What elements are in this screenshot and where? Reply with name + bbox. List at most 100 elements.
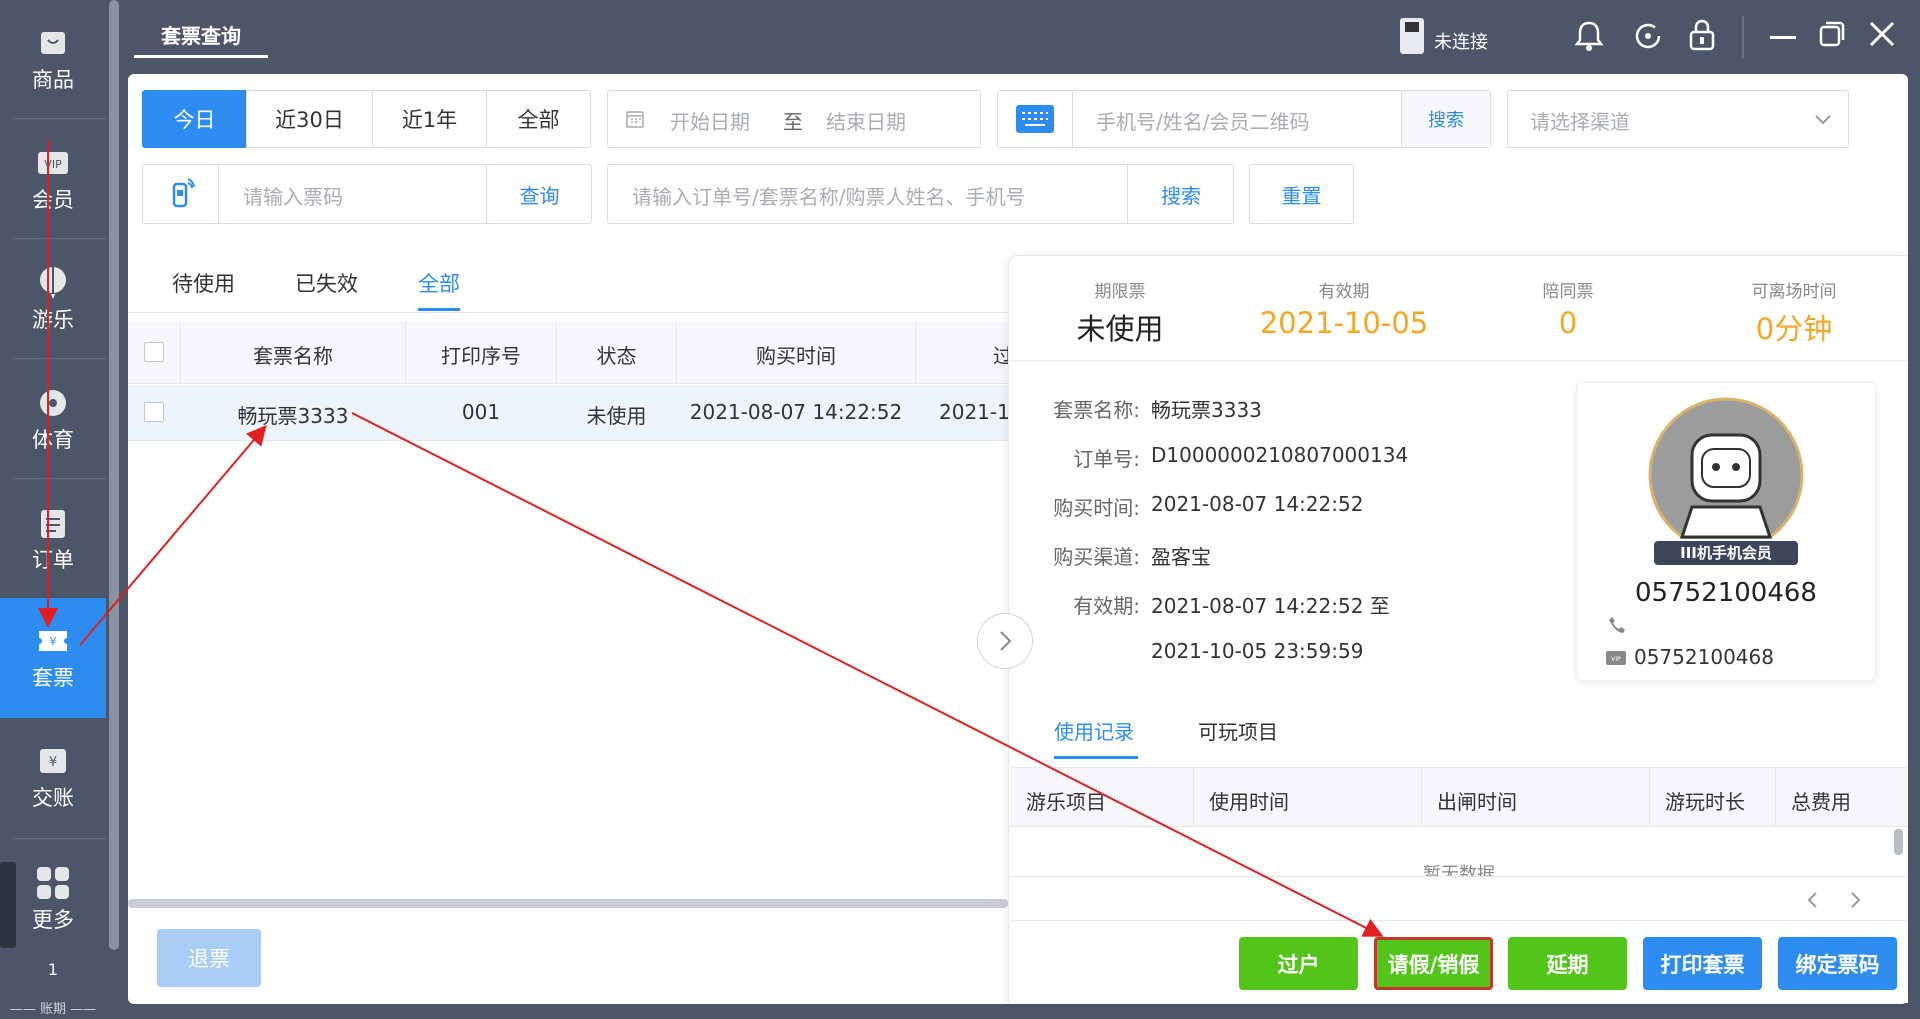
close-icon[interactable] xyxy=(1868,20,1896,52)
extend-button[interactable]: 延期 xyxy=(1508,937,1627,990)
sidebar-item-settlement[interactable]: ¥ 交账 xyxy=(0,718,106,838)
vip-card-icon: VIP xyxy=(36,146,70,180)
bind-ticket-code-button[interactable]: 绑定票码 xyxy=(1778,937,1897,990)
order-search-input[interactable]: 请输入订单号/套票名称/购票人姓名、手机号 xyxy=(632,181,1025,210)
restore-icon[interactable] xyxy=(1818,20,1846,52)
summary-value-companion: 0 xyxy=(1558,306,1578,340)
sidebar-item-label: 订单 xyxy=(32,548,74,572)
select-all-checkbox[interactable] xyxy=(144,342,164,362)
period-footer: —— 账期 —— xyxy=(9,1002,97,1017)
member-phone-title: 05752100468 xyxy=(1635,578,1817,608)
member-search-button[interactable]: 搜索 xyxy=(1401,91,1490,147)
tab-playable-items[interactable]: 可玩项目 xyxy=(1198,716,1278,745)
row-checkbox[interactable] xyxy=(144,402,164,422)
range-all-button[interactable]: 全部 xyxy=(486,90,591,148)
summary-caption-validity: 有效期 xyxy=(1318,282,1370,302)
field-value-channel: 盈客宝 xyxy=(1151,545,1211,569)
detail-tab-indicator xyxy=(1054,756,1138,759)
reset-button[interactable]: 重置 xyxy=(1249,164,1354,224)
cell-status: 未使用 xyxy=(586,404,647,428)
col-status: 状态 xyxy=(596,344,637,368)
tab-pending[interactable]: 待使用 xyxy=(172,268,235,298)
member-vip-number: 05752100468 xyxy=(1634,645,1774,669)
range-30days-button[interactable]: 近30日 xyxy=(246,90,373,148)
sidebar-scrollbar[interactable] xyxy=(109,0,119,950)
date-range-picker[interactable]: 开始日期 至 结束日期 xyxy=(607,90,981,148)
device-icon xyxy=(1400,18,1424,54)
record-scrollbar[interactable] xyxy=(1894,829,1903,855)
sidebar-item-label: 商品 xyxy=(32,68,74,92)
refund-button[interactable]: 退票 xyxy=(157,929,261,987)
minimize-icon[interactable] xyxy=(1770,36,1796,39)
range-1year-button[interactable]: 近1年 xyxy=(372,90,487,148)
query-button[interactable]: 查询 xyxy=(486,165,592,223)
empty-text: 暂无数据 xyxy=(1423,864,1495,876)
summary-value-leave-time: 0分钟 xyxy=(1755,312,1833,346)
record-col-use-time: 使用时间 xyxy=(1209,790,1289,814)
summary-value-validity: 2021-10-05 xyxy=(1259,306,1429,340)
field-value-validity-start: 2021-08-07 14:22:52 至 xyxy=(1151,594,1390,618)
lock-icon[interactable] xyxy=(1688,18,1716,56)
svg-text:VIP: VIP xyxy=(44,158,62,171)
member-search-input[interactable]: 手机号/姓名/会员二维码 xyxy=(1096,106,1309,135)
col-ticket-name: 套票名称 xyxy=(253,344,333,368)
field-label-validity: 有效期: xyxy=(1073,594,1140,618)
svg-text:¥: ¥ xyxy=(50,635,57,648)
leave-button[interactable]: 请假/销假 xyxy=(1374,937,1493,990)
field-label-name: 套票名称: xyxy=(1053,398,1140,422)
record-col-project: 游乐项目 xyxy=(1026,790,1106,814)
record-col-exit-time: 出闸时间 xyxy=(1437,790,1517,814)
record-col-duration: 游玩时长 xyxy=(1665,790,1745,814)
shopping-bag-icon xyxy=(36,26,70,60)
sidebar-item-label: 会员 xyxy=(32,188,74,212)
device-status: 未连接 xyxy=(1434,32,1488,53)
order-search-button[interactable]: 搜索 xyxy=(1127,165,1234,223)
summary-caption-type: 期限票 xyxy=(1094,282,1146,302)
field-label-channel: 购买渠道: xyxy=(1053,545,1140,569)
sidebar-item-orders[interactable]: 订单 xyxy=(0,480,106,600)
field-value-validity-end: 2021-10-05 23:59:59 xyxy=(1151,639,1364,663)
svg-text:VIP: VIP xyxy=(1611,656,1621,663)
field-label-buy-time: 购买时间: xyxy=(1053,496,1140,520)
scanner-icon[interactable] xyxy=(143,165,219,223)
sidebar-item-goods[interactable]: 商品 xyxy=(0,0,106,120)
sidebar-item-tickets[interactable]: ¥ 套票 xyxy=(0,598,106,718)
range-today-button[interactable]: 今日 xyxy=(142,90,247,148)
end-date-placeholder: 结束日期 xyxy=(826,110,906,134)
keyboard-icon[interactable] xyxy=(998,91,1073,147)
cell-buy-time: 2021-08-07 14:22:52 xyxy=(689,400,903,424)
sidebar-item-amusement[interactable]: 游乐 xyxy=(0,240,106,360)
horizontal-scrollbar[interactable] xyxy=(128,899,1008,908)
tab-usage-records[interactable]: 使用记录 xyxy=(1054,716,1134,745)
tab-underline xyxy=(128,312,1008,313)
chevron-left-icon[interactable] xyxy=(1806,890,1820,914)
chevron-right-icon[interactable] xyxy=(1848,890,1862,914)
level-meter xyxy=(0,862,16,948)
print-ticket-button[interactable]: 打印套票 xyxy=(1643,937,1762,990)
member-search-box: 手机号/姓名/会员二维码 搜索 xyxy=(997,90,1491,148)
start-date-placeholder: 开始日期 xyxy=(670,110,750,134)
tab-expired[interactable]: 已失效 xyxy=(295,268,358,298)
grid-icon xyxy=(36,866,70,900)
summary-caption-companion: 陪同票 xyxy=(1542,282,1594,302)
refresh-icon[interactable] xyxy=(1632,20,1664,56)
transfer-button[interactable]: 过户 xyxy=(1239,937,1358,990)
calendar-icon xyxy=(626,110,644,132)
page-number: 1 xyxy=(47,960,59,979)
chevron-right-icon[interactable] xyxy=(977,613,1033,669)
channel-placeholder: 请选择渠道 xyxy=(1530,110,1630,134)
tab-all[interactable]: 全部 xyxy=(418,268,460,298)
sidebar: 商品 VIP 会员 游乐 体育 订单 ¥ 套票 ¥ 交账 更多 1 —— 账期 … xyxy=(0,0,106,1019)
field-value-name: 畅玩票3333 xyxy=(1151,398,1262,422)
channel-select[interactable]: 请选择渠道 xyxy=(1507,90,1849,148)
ticket-code-input[interactable]: 请输入票码 xyxy=(243,181,343,210)
sidebar-item-sports[interactable]: 体育 xyxy=(0,360,106,480)
sidebar-item-member[interactable]: VIP 会员 xyxy=(0,120,106,240)
balloon-icon xyxy=(36,266,70,300)
yen-note-icon: ¥ xyxy=(36,744,70,778)
bell-icon[interactable] xyxy=(1574,20,1604,56)
tab-ticket-query[interactable]: 套票查询 xyxy=(134,14,268,58)
chevron-down-icon xyxy=(1814,111,1832,130)
cell-ticket-name: 畅玩票3333 xyxy=(237,404,349,428)
avatar xyxy=(1648,397,1804,557)
